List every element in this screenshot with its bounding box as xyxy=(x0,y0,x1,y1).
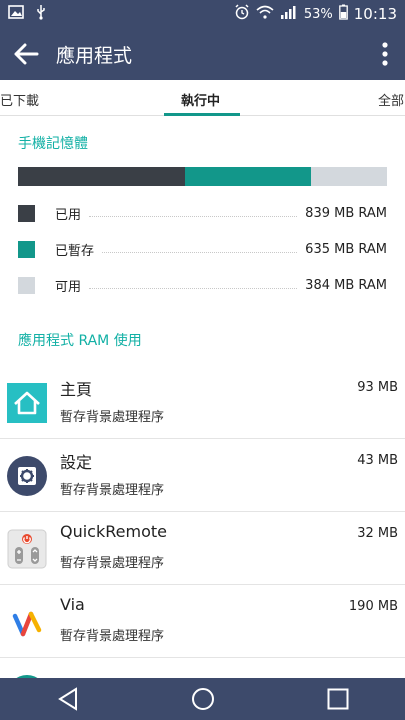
clock: 10:13 xyxy=(353,5,397,23)
app-status: 暫存背景處理程序 xyxy=(60,629,165,644)
legend-value: 384 MB RAM xyxy=(305,277,387,293)
legend-swatch-free xyxy=(18,276,35,294)
tab-running[interactable]: 執行中 xyxy=(181,90,220,109)
dotted-leader xyxy=(102,251,298,253)
legend-swatch-used xyxy=(18,204,35,222)
back-button[interactable] xyxy=(0,28,52,80)
legend-value: 839 MB RAM xyxy=(305,205,387,221)
app-status: 暫存背景處理程序 xyxy=(60,410,165,425)
legend-swatch-cached xyxy=(18,240,35,258)
legend-used: 已用 839 MB RAM xyxy=(18,203,387,223)
app-bar: 應用程式 xyxy=(0,28,405,80)
square-recents-icon xyxy=(327,688,348,710)
via-icon xyxy=(7,602,47,642)
memory-bar-cached xyxy=(184,167,311,186)
app-name: Via xyxy=(60,595,85,614)
circle-home-icon xyxy=(191,688,214,710)
remote-icon xyxy=(7,529,47,569)
memory-bar-free xyxy=(310,167,387,186)
tab-all[interactable]: 全部 xyxy=(378,90,404,109)
dotted-leader xyxy=(89,215,298,217)
legend-label: 可用 xyxy=(55,279,82,295)
legend-label: 已暫存 xyxy=(55,243,95,259)
image-icon xyxy=(8,5,24,23)
legend-free: 可用 384 MB RAM xyxy=(18,275,387,295)
app-name: 主頁 xyxy=(60,380,93,399)
app-ram-size: 190 MB xyxy=(348,599,398,614)
nav-recents-button[interactable] xyxy=(308,678,368,720)
legend-value: 635 MB RAM xyxy=(305,241,387,257)
battery-icon xyxy=(338,4,348,24)
app-ram-size: 32 MB xyxy=(357,526,398,541)
legend-cached: 已暫存 635 MB RAM xyxy=(18,239,387,259)
alarm-icon xyxy=(234,4,250,24)
app-row-settings[interactable]: 設定 暫存背景處理程序 43 MB xyxy=(0,439,405,512)
legend-label: 已用 xyxy=(55,207,82,223)
nav-home-button[interactable] xyxy=(173,678,233,720)
home-icon xyxy=(7,383,47,423)
overflow-menu-button[interactable] xyxy=(365,28,405,80)
active-tab-indicator xyxy=(164,113,240,116)
triangle-back-icon xyxy=(57,687,77,711)
arrow-left-icon xyxy=(14,43,39,65)
tab-downloaded[interactable]: 已下載 xyxy=(0,90,39,109)
page-title: 應用程式 xyxy=(56,44,133,67)
settings-icon xyxy=(7,456,47,496)
usb-icon xyxy=(36,4,46,24)
app-name: 設定 xyxy=(60,453,93,472)
ram-usage-section-title: 應用程式 RAM 使用 xyxy=(18,333,142,349)
wifi-icon xyxy=(256,5,274,23)
app-row-via[interactable]: Via 暫存背景處理程序 190 MB xyxy=(0,585,405,658)
status-bar: 53% 10:13 xyxy=(0,0,405,28)
app-row-home[interactable]: 主頁 暫存背景處理程序 93 MB xyxy=(0,366,405,439)
signal-icon xyxy=(280,5,298,23)
app-ram-size: 43 MB xyxy=(357,453,398,468)
memory-bar-used xyxy=(18,167,185,186)
memory-usage-bar xyxy=(18,167,387,186)
app-status: 暫存背景處理程序 xyxy=(60,483,165,498)
tab-bar: 已下載 執行中 全部 xyxy=(0,80,405,116)
battery-percent: 53% xyxy=(303,6,333,22)
app-name: QuickRemote xyxy=(60,522,167,541)
app-row-quickremote[interactable]: QuickRemote 暫存背景處理程序 32 MB xyxy=(0,512,405,585)
navigation-bar xyxy=(0,678,405,720)
dotted-leader xyxy=(89,287,298,289)
app-ram-size: 93 MB xyxy=(357,380,398,395)
app-status: 暫存背景處理程序 xyxy=(60,556,165,571)
memory-section-title: 手機記憶體 xyxy=(18,136,88,152)
nav-back-button[interactable] xyxy=(38,678,98,720)
more-vertical-icon xyxy=(382,42,388,66)
